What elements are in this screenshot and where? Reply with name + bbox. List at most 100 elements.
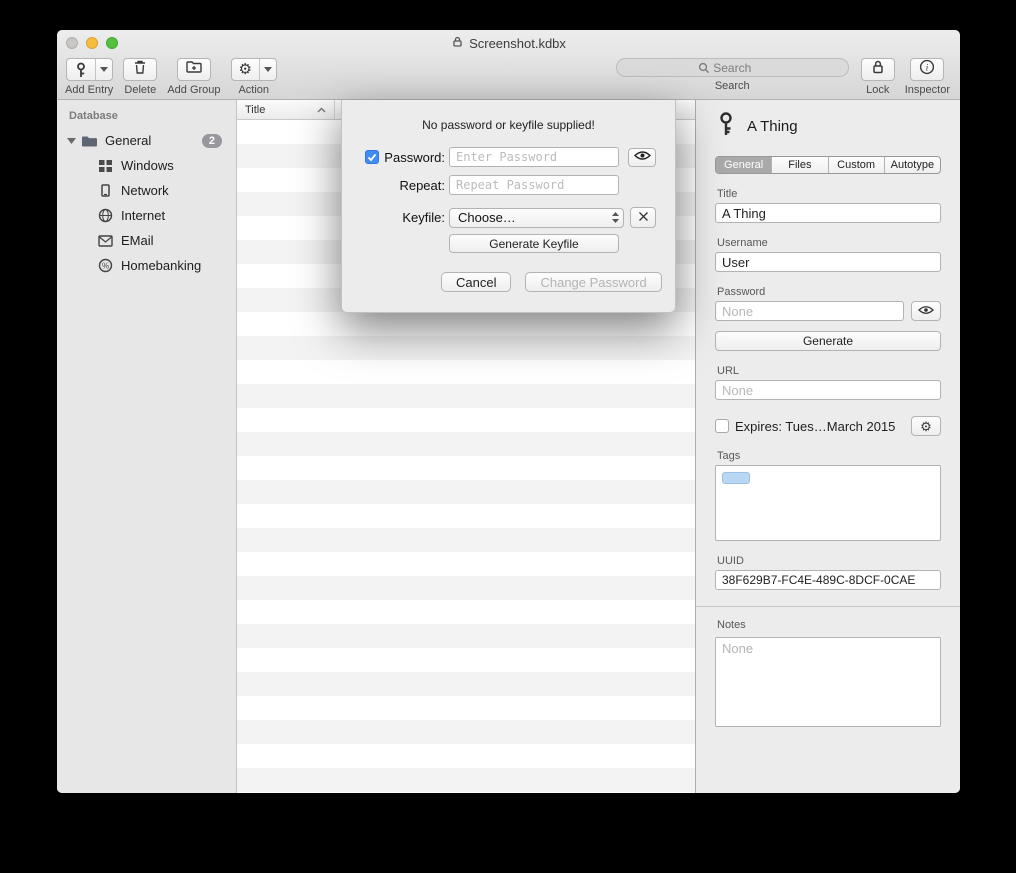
titlebar: Screenshot.kdbx [57, 30, 960, 56]
tab-general[interactable]: General [716, 157, 771, 173]
add-entry-dropdown[interactable] [95, 59, 112, 80]
minimize-button[interactable] [86, 37, 98, 49]
sidebar-group-general[interactable]: General 2 [57, 128, 236, 153]
disclosure-triangle-icon[interactable] [65, 137, 77, 144]
action-dropdown[interactable] [259, 59, 276, 80]
sidebar-item-windows[interactable]: Windows [57, 153, 236, 178]
close-x-icon [638, 209, 649, 227]
internet-globe-icon [97, 208, 114, 223]
key-icon [67, 59, 95, 80]
change-password-sheet: No password or keyfile supplied! Passwor… [341, 100, 676, 313]
add-entry-button[interactable] [66, 58, 113, 81]
change-password-button[interactable]: Change Password [525, 272, 661, 292]
add-entry-label: Add Entry [65, 84, 113, 96]
dialog-message: No password or keyfile supplied! [342, 118, 675, 132]
clear-keyfile-button[interactable] [630, 207, 656, 228]
reveal-password-button[interactable] [911, 301, 941, 321]
title-label: Title [717, 188, 941, 200]
add-group-label: Add Group [167, 84, 220, 96]
eye-icon [918, 302, 934, 320]
sidebar-item-label: Internet [121, 208, 165, 223]
action-label: Action [238, 84, 269, 96]
repeat-password-input[interactable] [449, 175, 619, 195]
password-label: Password [717, 286, 941, 298]
notes-label: Notes [717, 619, 941, 631]
username-label: Username [717, 237, 941, 249]
entry-count-badge: 2 [202, 134, 222, 148]
password-checkbox[interactable] [365, 150, 379, 164]
tab-files[interactable]: Files [771, 157, 827, 173]
tags-label: Tags [717, 450, 941, 462]
svg-text:i: i [926, 62, 929, 72]
notes-field[interactable] [715, 637, 941, 727]
add-group-icon [186, 60, 202, 79]
cancel-button[interactable]: Cancel [441, 272, 511, 292]
sort-ascending-icon [317, 107, 326, 113]
window-title: Screenshot.kdbx [469, 36, 566, 51]
inspector-label: Inspector [905, 84, 950, 96]
password-label: Password: [384, 150, 445, 165]
zoom-button[interactable] [106, 37, 118, 49]
generate-keyfile-button[interactable]: Generate Keyfile [449, 234, 619, 253]
lock-button[interactable] [861, 58, 895, 81]
svg-text:%: % [102, 261, 109, 270]
inspector-button[interactable]: i [910, 58, 944, 81]
toolbar: Add Entry Delete [57, 56, 960, 100]
column-header-title[interactable]: Title [237, 100, 335, 119]
delete-button[interactable] [123, 58, 157, 81]
delete-label: Delete [124, 84, 156, 96]
enter-password-input[interactable] [449, 147, 619, 167]
chevron-down-icon [264, 67, 272, 72]
tag-chip[interactable] [722, 472, 750, 484]
key-icon [715, 111, 737, 142]
lock-icon [871, 59, 885, 80]
add-group-button[interactable] [177, 58, 211, 81]
url-label: URL [717, 365, 941, 377]
expires-settings-button[interactable]: ⚙ [911, 416, 941, 436]
tab-autotype[interactable]: Autotype [884, 157, 940, 173]
repeat-label: Repeat: [399, 178, 445, 193]
uuid-field[interactable] [715, 570, 941, 590]
sidebar-group-label: General [105, 133, 151, 148]
popup-stepper-icon [611, 211, 620, 224]
tab-custom[interactable]: Custom [828, 157, 884, 173]
document-lock-icon [451, 35, 464, 51]
window-chrome: Screenshot.kdbx Add Entry [57, 30, 960, 100]
search-input[interactable] [616, 58, 849, 77]
close-button[interactable] [66, 37, 78, 49]
folder-icon [81, 134, 98, 148]
sidebar-item-homebanking[interactable]: % Homebanking [57, 253, 236, 278]
username-field[interactable] [715, 252, 941, 272]
search-label: Search [715, 80, 750, 92]
url-field[interactable] [715, 380, 941, 400]
sidebar-item-label: Windows [121, 158, 174, 173]
title-field[interactable] [715, 203, 941, 223]
expires-label: Expires: Tues…March 2015 [735, 419, 895, 434]
tags-box[interactable] [715, 465, 941, 541]
generate-password-button[interactable]: Generate [715, 331, 941, 351]
gear-icon: ⚙ [239, 62, 252, 77]
reveal-password-button[interactable] [628, 148, 656, 167]
eye-icon [634, 148, 651, 166]
email-icon [97, 235, 114, 247]
expires-checkbox[interactable] [715, 419, 729, 433]
sidebar-item-label: Network [121, 183, 169, 198]
action-button[interactable]: ⚙ [231, 58, 277, 81]
app-window: Screenshot.kdbx Add Entry [57, 30, 960, 793]
keyfile-label: Keyfile: [402, 210, 445, 225]
sidebar-item-label: EMail [121, 233, 154, 248]
inspector-panel: A Thing General Files Custom Autotype Ti… [695, 100, 960, 793]
network-icon [97, 184, 114, 198]
keyfile-popup[interactable]: Choose… [449, 208, 624, 228]
sidebar: Database General 2 Windows [57, 100, 237, 793]
sidebar-item-label: Homebanking [121, 258, 201, 273]
sidebar-item-email[interactable]: EMail [57, 228, 236, 253]
windows-icon [97, 159, 114, 173]
sidebar-item-network[interactable]: Network [57, 178, 236, 203]
uuid-label: UUID [717, 555, 941, 567]
password-field[interactable] [715, 301, 904, 321]
entry-title: A Thing [747, 118, 798, 135]
chevron-down-icon [100, 67, 108, 72]
divider [696, 606, 960, 607]
sidebar-item-internet[interactable]: Internet [57, 203, 236, 228]
